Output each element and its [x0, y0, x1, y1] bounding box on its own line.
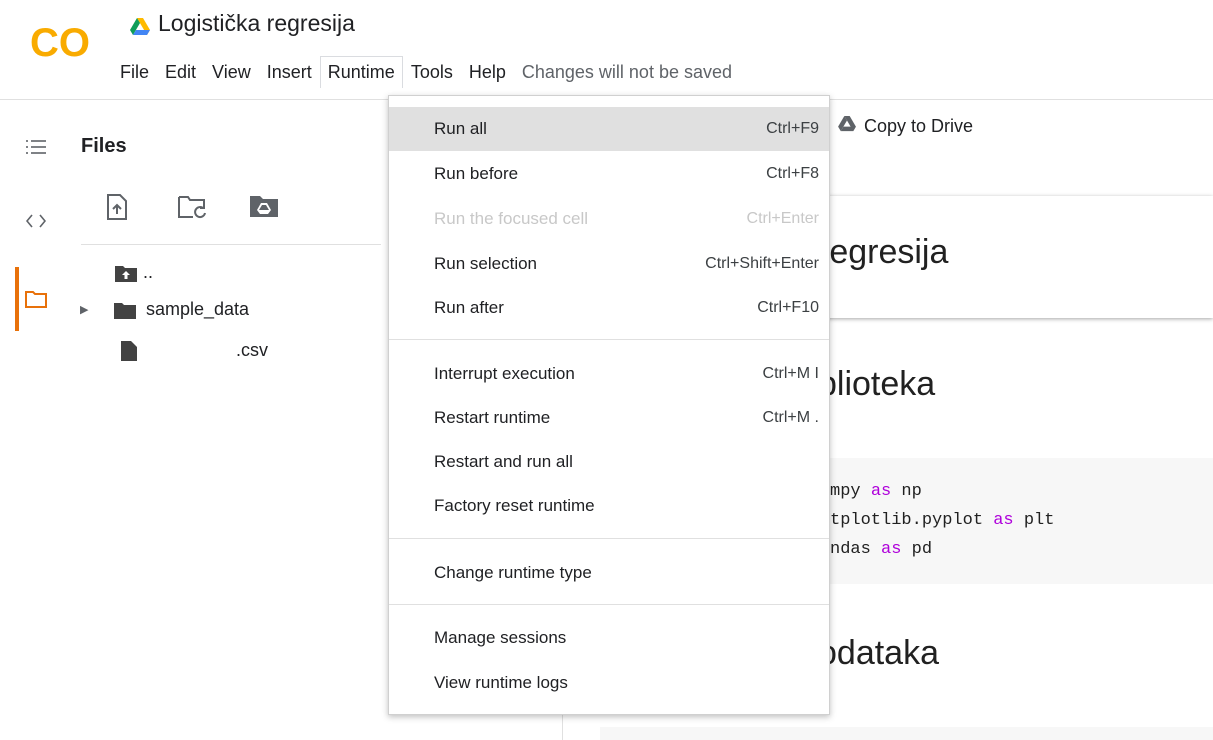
menu-item-restart-runtime[interactable]: Restart runtime Ctrl+M .: [389, 396, 829, 440]
menu-view[interactable]: View: [204, 56, 259, 89]
active-rail-indicator: [15, 267, 19, 331]
tree-item-csv-file[interactable]: .csv: [118, 340, 268, 361]
copy-to-drive-button[interactable]: Copy to Drive: [838, 116, 973, 137]
menu-separator: [389, 339, 829, 340]
files-toolbar-divider: [81, 244, 381, 245]
code-line: mpy as np: [830, 482, 922, 501]
menu-item-run-focused-cell: Run the focused cell Ctrl+Enter: [434, 209, 819, 228]
code-snippets-icon[interactable]: [22, 207, 50, 235]
menu-item-factory-reset-runtime[interactable]: Factory reset runtime: [389, 484, 829, 528]
chevron-right-icon[interactable]: ▶: [80, 303, 94, 316]
menu-insert[interactable]: Insert: [259, 56, 320, 89]
tree-item-label: ..: [143, 262, 154, 282]
menu-item-run-selection[interactable]: Run selection Ctrl+Shift+Enter: [389, 242, 829, 286]
upload-icon[interactable]: [105, 193, 133, 221]
tree-item-sample-data[interactable]: ▶ sample_data: [80, 299, 249, 320]
menu-separator: [389, 604, 829, 605]
menu-separator: [389, 538, 829, 539]
colab-logo[interactable]: CO: [30, 21, 100, 65]
menu-edit[interactable]: Edit: [157, 56, 204, 89]
code-cell[interactable]: [600, 727, 1213, 740]
notebook-heading-1: regresija: [818, 233, 949, 271]
files-panel-title: Files: [81, 135, 127, 157]
code-line: ndas as pd: [830, 540, 933, 559]
google-drive-icon: [838, 116, 856, 137]
notebook-title[interactable]: Logistička regresija: [158, 10, 355, 37]
notebook-heading-2: blioteka: [818, 365, 936, 403]
logo-text: CO: [30, 22, 90, 62]
save-status: Changes will not be saved: [521, 61, 733, 82]
runtime-menu: Run all Ctrl+F9 Run before Ctrl+F8 Run the…: [388, 95, 830, 715]
google-drive-icon: [130, 15, 150, 35]
menu-item-run-after[interactable]: Run after Ctrl+F10: [389, 286, 829, 330]
notebook-heading-3: odataka: [818, 634, 939, 672]
menu-help[interactable]: Help: [461, 56, 514, 89]
tree-item-label: .csv: [236, 340, 269, 360]
menu-item-interrupt-execution[interactable]: Interrupt execution Ctrl+M I: [389, 352, 829, 396]
refresh-folder-icon[interactable]: [177, 193, 206, 221]
menu-tools[interactable]: Tools: [403, 56, 461, 89]
menu-item-restart-and-run-all[interactable]: Restart and run all: [389, 440, 829, 484]
mount-drive-icon[interactable]: [249, 193, 278, 221]
file-icon: [118, 340, 140, 361]
copy-to-drive-label: Copy to Drive: [864, 116, 974, 136]
menu-item-view-runtime-logs[interactable]: View runtime logs: [389, 661, 829, 705]
notebook-title-area[interactable]: Logistička regresija: [130, 10, 355, 37]
folder-icon: [114, 300, 136, 320]
menu-item-manage-sessions[interactable]: Manage sessions: [389, 616, 829, 660]
tree-item-label: sample_data: [146, 299, 250, 319]
table-of-contents-icon[interactable]: [22, 133, 50, 161]
menu-item-run-all[interactable]: Run all Ctrl+F9: [389, 107, 829, 151]
menu-item-run-before[interactable]: Run before Ctrl+F8: [389, 152, 829, 196]
menu-file[interactable]: File: [112, 56, 157, 89]
menu-bar: File Edit View Insert Runtime Tools Help…: [112, 52, 740, 92]
menu-item-change-runtime-type[interactable]: Change runtime type: [389, 551, 829, 595]
code-line: tplotlib.pyplot as plt: [830, 511, 1055, 530]
tree-item-parent[interactable]: ..: [115, 262, 153, 283]
files-icon[interactable]: [22, 285, 50, 313]
menu-runtime[interactable]: Runtime: [319, 56, 403, 88]
folder-up-icon: [115, 263, 137, 283]
